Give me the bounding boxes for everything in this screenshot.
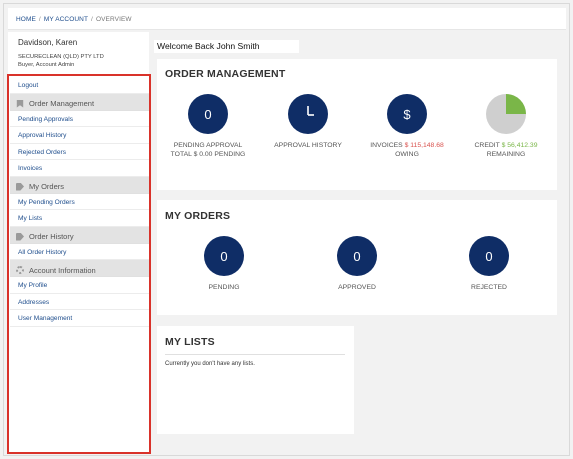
approval-history-label: APPROVAL HISTORY [274,142,342,149]
user-block: Davidson, Karen SECURECLEAN (QLD) PTY LT… [8,32,149,69]
card-title: ORDER MANAGEMENT [165,68,286,80]
my-lists-card: MY LISTS Currently you don't have any li… [157,326,354,434]
bookmark-icon [16,99,24,108]
approval-history-button[interactable] [288,94,328,134]
sidebar-heading-label: Account Information [29,265,96,275]
my-orders-card: MY ORDERS 0 PENDING 0 APPROVED 0 REJECTE… [157,200,557,315]
my-rejected-count[interactable]: 0 [469,236,509,276]
divider [165,354,345,355]
my-lists-empty-text: Currently you don't have any lists. [165,361,255,367]
credit-pie-remaining-slice [506,94,526,114]
sidebar-item-my-lists[interactable]: My Lists [10,210,149,227]
credit-pie-chart[interactable] [485,93,527,135]
sidebar-heading-label: Order History [29,232,74,241]
invoices-label: INVOICES $ 115,148.68 OWING [353,141,461,159]
breadcrumb-my-account[interactable]: MY ACCOUNT [44,16,88,23]
my-pending-label: PENDING [208,284,240,291]
pending-approval-label: PENDING APPROVAL TOTAL $ 0.00 PENDING [157,141,259,159]
clock-icon [307,106,314,116]
sidebar-item-rejected-orders[interactable]: Rejected Orders [10,143,149,160]
pending-approval-total: TOTAL $ 0.00 PENDING [170,151,246,158]
sidebar-heading-my-orders[interactable]: My Orders [10,176,149,194]
my-pending-count[interactable]: 0 [204,236,244,276]
user-role: Buyer, Account Admin [18,62,75,68]
credit-remaining: REMAINING [486,151,526,158]
sidebar-item-approval-history[interactable]: Approval History [10,127,149,144]
breadcrumb-separator: / [91,16,93,23]
invoices-title: INVOICES [370,142,403,149]
card-title: MY LISTS [165,336,215,348]
pending-approval-count[interactable]: 0 [188,94,228,134]
dollar-icon: $ [403,106,411,122]
card-title: MY ORDERS [165,210,231,222]
my-rejected-label: REJECTED [471,284,507,291]
sidebar-heading-label: Order Management [29,99,95,108]
credit-title: CREDIT [474,142,500,149]
gear-icon [16,266,24,274]
sidebar-item-my-profile[interactable]: My Profile [10,277,149,294]
invoices-amount: $ 115,148.68 [404,142,444,149]
sidebar-heading-order-history[interactable]: Order History [10,226,149,244]
breadcrumb-separator: / [38,16,41,23]
user-company: SECURECLEAN (QLD) PTY LTD [18,54,104,60]
sidebar-menu: Logout Order Management Pending Approval… [10,77,149,327]
breadcrumb: HOME / MY ACCOUNT / OVERVIEW [8,8,566,30]
tag-icon [16,182,24,191]
sidebar-item-invoices[interactable]: Invoices [10,160,149,177]
welcome-message: Welcome Back John Smith [154,40,299,53]
invoices-button[interactable]: $ [387,94,427,134]
invoices-owing: OWING [395,151,419,158]
sidebar-item-my-pending-orders[interactable]: My Pending Orders [10,193,149,210]
sidebar-item-all-order-history[interactable]: All Order History [10,243,149,260]
credit-amount: $ 56,412.39 [501,142,538,149]
my-approved-label: APPROVED [338,284,376,291]
sidebar-heading-label: My Orders [29,182,65,191]
tag-icon [16,232,24,241]
sidebar-item-logout[interactable]: Logout [10,77,149,94]
credit-label: CREDIT $ 56,412.39 REMAINING [453,141,559,159]
pending-approval-title: PENDING APPROVAL [173,142,243,149]
breadcrumb-home[interactable]: HOME [16,16,36,23]
sidebar: Davidson, Karen SECURECLEAN (QLD) PTY LT… [8,32,149,453]
user-name: Davidson, Karen [18,38,78,47]
sidebar-item-addresses[interactable]: Addresses [10,293,149,310]
sidebar-heading-order-management[interactable]: Order Management [10,93,149,111]
sidebar-item-user-management[interactable]: User Management [10,310,149,327]
my-approved-count[interactable]: 0 [337,236,377,276]
breadcrumb-current: OVERVIEW [95,16,132,23]
sidebar-item-pending-approvals[interactable]: Pending Approvals [10,110,149,127]
sidebar-heading-account-information[interactable]: Account Information [10,260,149,277]
order-management-card: ORDER MANAGEMENT 0 PENDING APPROVAL TOTA… [157,59,557,190]
